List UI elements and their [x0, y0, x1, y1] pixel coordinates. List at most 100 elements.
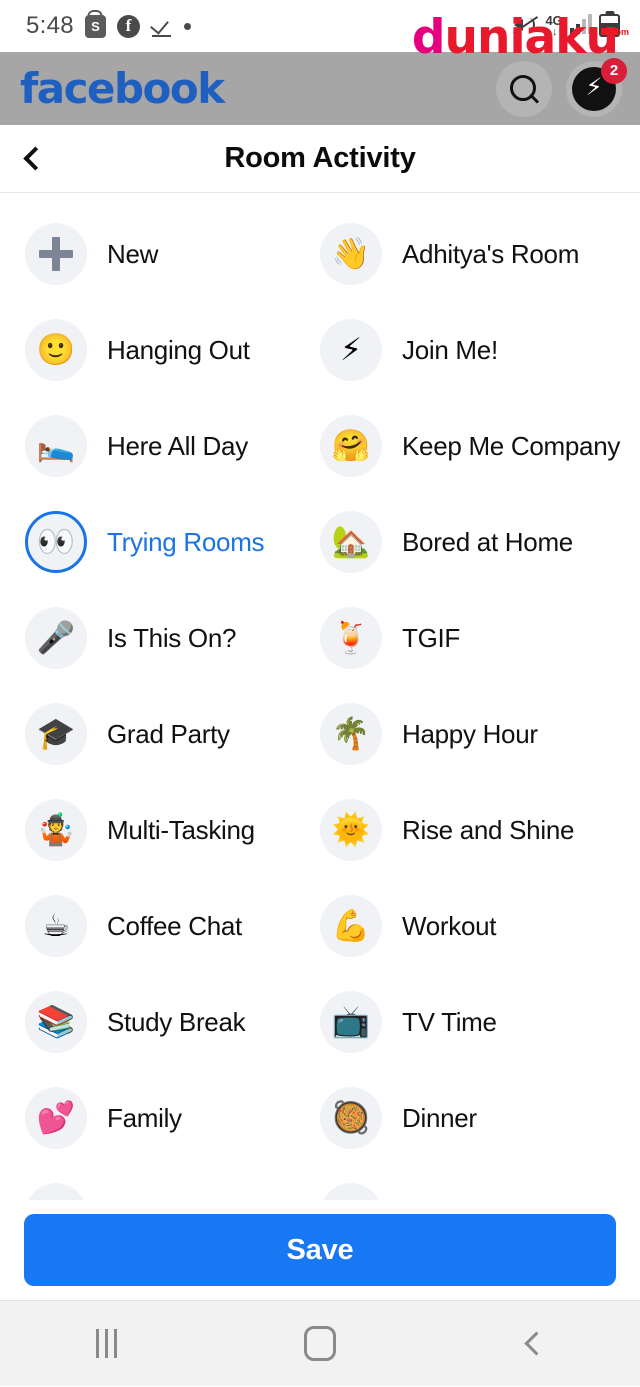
activity-label: Keep Me Company	[402, 430, 621, 461]
facebook-icon: f	[116, 14, 140, 38]
network-4g-icon: 4G ↓↑	[545, 14, 563, 38]
activity-item[interactable]: 👋 Adhitya's Room	[298, 206, 616, 302]
activity-label: Study Break	[107, 1006, 246, 1037]
activity-item[interactable]: 👀 Trying Rooms	[0, 494, 298, 590]
activity-label: Rise and Shine	[402, 814, 575, 845]
activity-label: Adhitya's Room	[402, 238, 580, 269]
activity-item[interactable]: 🛌 Here All Day	[0, 398, 298, 494]
activity-label: Family	[107, 1102, 182, 1133]
status-bar: 5:48 S f 4G ↓↑ om	[0, 0, 640, 52]
activity-label: TGIF	[402, 622, 461, 653]
activity-item[interactable]: 🙂 Hanging Out	[0, 302, 298, 398]
activity-emoji-icon: 🌴	[320, 703, 382, 765]
activity-item[interactable]: 🍹 TGIF	[298, 590, 616, 686]
shopee-letter: S	[91, 18, 100, 34]
search-button[interactable]	[496, 60, 552, 117]
shopee-icon: S	[84, 14, 106, 38]
page-header: Room Activity	[0, 125, 640, 193]
activity-emoji-icon: 🏡	[320, 511, 382, 573]
data-arrows-icon: ↓↑	[545, 27, 563, 38]
save-bar: Save	[0, 1200, 640, 1300]
activity-emoji-icon: 👋	[320, 223, 382, 285]
status-bar-left: 5:48 S f	[26, 12, 191, 40]
activity-label: Coffee Chat	[107, 910, 242, 941]
activity-label: Grad Party	[107, 718, 230, 749]
check-underline-icon	[151, 15, 173, 37]
plus-glyph-icon	[39, 237, 73, 271]
activity-label: Dinner	[402, 1102, 477, 1133]
activity-emoji-icon: 🤹	[25, 799, 87, 861]
activity-grid: New 👋 Adhitya's Room 🙂 Hanging Out ⚡ Join Me! 🛌…	[0, 194, 640, 1200]
activity-label: Bored at Home	[402, 526, 573, 557]
activity-item[interactable]: 🎤 Is This On?	[0, 590, 298, 686]
activity-emoji-icon: 🌞	[320, 799, 382, 861]
activity-item[interactable]: 🎓 Grad Party	[0, 686, 298, 782]
activity-item[interactable]: ☕ Coffee Chat	[0, 878, 298, 974]
messenger-button[interactable]: ⚡ 2	[566, 57, 627, 117]
activity-item[interactable]: 🤗 Keep Me Company	[298, 398, 620, 494]
activity-emoji-icon: 🎓	[25, 703, 87, 765]
activity-item[interactable]: 🥘 Dinner	[298, 1070, 616, 1166]
plus-icon	[25, 223, 87, 285]
activity-emoji-icon: ⚡	[320, 319, 382, 381]
activity-emoji-icon: 🛌	[25, 415, 87, 477]
home-button[interactable]	[213, 1301, 426, 1387]
activity-emoji-icon: 💪	[320, 895, 382, 957]
activity-label: Trying Rooms	[107, 526, 265, 557]
activity-list[interactable]: New 👋 Adhitya's Room 🙂 Hanging Out ⚡ Join Me! 🛌…	[0, 194, 640, 1200]
messenger-badge: 2	[601, 57, 627, 84]
activity-item[interactable]: 💕 Family	[0, 1070, 298, 1166]
battery-label: om	[615, 27, 630, 37]
recents-button[interactable]	[0, 1301, 213, 1387]
activity-emoji-icon: 🥘	[320, 1087, 382, 1149]
nav-back-button[interactable]	[427, 1301, 640, 1387]
facebook-bar-actions: ⚡ 2	[496, 57, 627, 117]
save-button[interactable]: Save	[24, 1214, 616, 1286]
search-icon	[509, 74, 539, 104]
activity-label: Happy Hour	[402, 718, 538, 749]
mute-icon	[512, 14, 539, 36]
activity-emoji-icon: 📚	[25, 991, 87, 1053]
status-bar-right: 4G ↓↑ om	[512, 14, 629, 38]
activity-item[interactable]	[0, 1166, 298, 1200]
activity-emoji-icon: 🎤	[25, 607, 87, 669]
dot-icon	[183, 22, 191, 30]
facebook-letter: f	[116, 14, 140, 38]
activity-emoji-icon: 💕	[25, 1087, 87, 1149]
activity-item[interactable]: New	[0, 206, 298, 302]
activity-emoji-icon	[25, 1183, 87, 1200]
activity-label: Multi-Tasking	[107, 814, 255, 845]
battery-icon: om	[599, 14, 629, 37]
status-time: 5:48	[26, 12, 74, 39]
activity-emoji-icon: 📺	[320, 991, 382, 1053]
page-title: Room Activity	[224, 142, 416, 174]
activity-item[interactable]: 🏡 Bored at Home	[298, 494, 616, 590]
activity-item[interactable]: ⚡ Join Me!	[298, 302, 616, 398]
activity-emoji-icon: 🤗	[320, 415, 382, 477]
activity-item[interactable]: 🤹 Multi-Tasking	[0, 782, 298, 878]
back-chevron-icon	[524, 1331, 549, 1356]
android-nav-bar	[0, 1300, 640, 1386]
activity-label: Is This On?	[107, 622, 237, 653]
activity-label: TV Time	[402, 1006, 497, 1037]
activity-label: Workout	[402, 910, 497, 941]
recents-icon	[96, 1329, 118, 1358]
activity-label: Here All Day	[107, 430, 248, 461]
activity-label: Join Me!	[402, 334, 498, 365]
home-icon	[303, 1326, 336, 1361]
activity-item[interactable]: 📚 Study Break	[0, 974, 298, 1070]
activity-emoji-icon: 👀	[25, 511, 87, 573]
activity-emoji-icon: 🍹	[320, 607, 382, 669]
activity-emoji-icon: 🙂	[25, 319, 87, 381]
activity-item[interactable]	[298, 1166, 616, 1200]
activity-emoji-icon: ☕	[25, 895, 87, 957]
activity-item[interactable]: 📺 TV Time	[298, 974, 616, 1070]
activity-label: Hanging Out	[107, 334, 250, 365]
activity-label: New	[107, 238, 159, 269]
signal-bars-icon	[570, 14, 592, 35]
activity-emoji-icon	[320, 1183, 382, 1200]
facebook-logo[interactable]: facebook	[20, 67, 225, 110]
activity-item[interactable]: 🌞 Rise and Shine	[298, 782, 616, 878]
activity-item[interactable]: 🌴 Happy Hour	[298, 686, 616, 782]
activity-item[interactable]: 💪 Workout	[298, 878, 616, 974]
